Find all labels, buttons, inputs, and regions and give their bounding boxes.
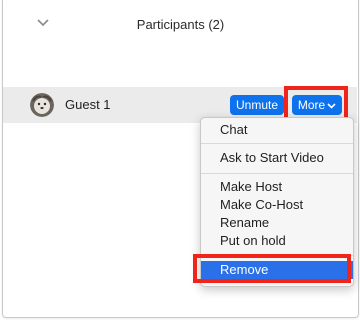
unmute-button[interactable]: Unmute bbox=[230, 95, 284, 115]
menu-item-rename[interactable]: Rename bbox=[201, 214, 353, 232]
menu-separator bbox=[201, 143, 353, 144]
menu-item-put-on-hold[interactable]: Put on hold bbox=[201, 232, 353, 250]
participant-name: Guest 1 bbox=[65, 97, 111, 112]
avatar bbox=[30, 93, 54, 117]
menu-item-ask-to-start-video[interactable]: Ask to Start Video bbox=[201, 149, 353, 167]
menu-item-chat[interactable]: Chat bbox=[201, 121, 353, 139]
panel-title: Participants (2) bbox=[136, 17, 225, 32]
more-button-highlight bbox=[284, 86, 348, 121]
menu-item-make-co-host[interactable]: Make Co-Host bbox=[201, 196, 353, 214]
menu-item-make-host[interactable]: Make Host bbox=[201, 178, 353, 196]
menu-separator bbox=[201, 173, 353, 174]
remove-item-highlight bbox=[193, 254, 351, 283]
